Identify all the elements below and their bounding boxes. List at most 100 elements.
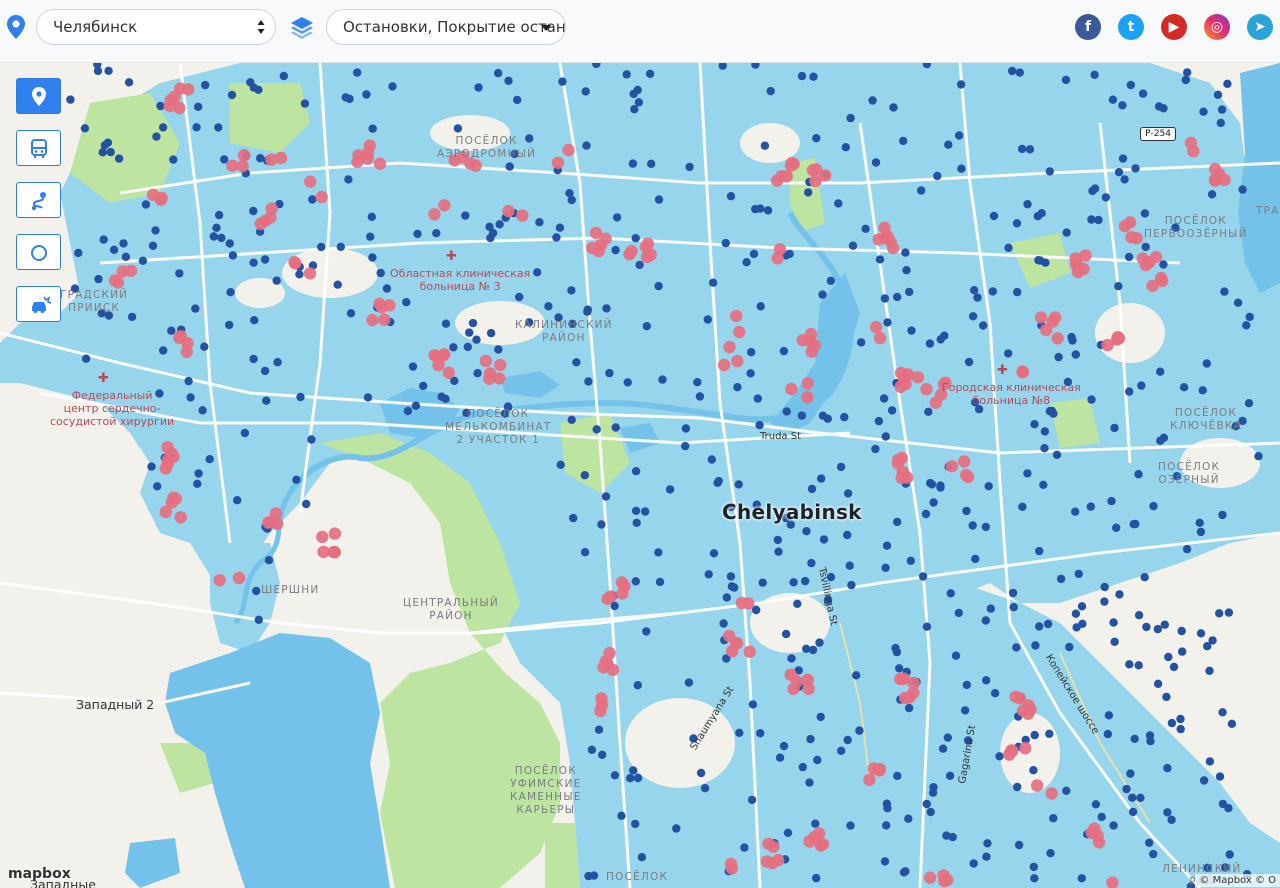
- bus-stop-marker[interactable]: [453, 124, 463, 133]
- bus-stop-marker[interactable]: [1129, 520, 1138, 529]
- bus-stop-marker[interactable]: [811, 819, 820, 828]
- bus-stop-marker[interactable]: [875, 255, 885, 264]
- bus-stop-marker[interactable]: [819, 535, 829, 544]
- bus-stop-marker[interactable]: [1012, 219, 1022, 228]
- bus-stop-marker[interactable]: [893, 292, 902, 302]
- bus-stop-marker[interactable]: [899, 136, 908, 146]
- bus-stop-marker[interactable]: [254, 615, 263, 624]
- bus-stop-marker[interactable]: [1140, 573, 1149, 582]
- uncovered-point-marker[interactable]: [373, 157, 387, 170]
- bus-stop-marker[interactable]: [840, 412, 849, 422]
- bus-stop-marker[interactable]: [1120, 175, 1129, 184]
- uncovered-point-marker[interactable]: [456, 151, 470, 164]
- uncovered-point-marker[interactable]: [897, 672, 911, 685]
- bus-stop-marker[interactable]: [1171, 223, 1180, 232]
- bus-stop-marker[interactable]: [1114, 168, 1124, 177]
- uncovered-point-marker[interactable]: [771, 252, 784, 265]
- bus-stop-marker[interactable]: [256, 154, 265, 163]
- map-svg[interactable]: [0, 63, 1280, 888]
- bus-stop-marker[interactable]: [735, 728, 744, 737]
- bus-stop-marker[interactable]: [584, 871, 593, 881]
- bus-stop-marker[interactable]: [982, 852, 991, 861]
- bus-stop-marker[interactable]: [1140, 209, 1150, 218]
- bus-stop-marker[interactable]: [962, 680, 971, 690]
- bus-stop-marker[interactable]: [685, 162, 694, 172]
- bus-stop-marker[interactable]: [175, 269, 184, 278]
- bus-stop-marker[interactable]: [1049, 814, 1058, 823]
- layers-select[interactable]: Остановки, Покрытие останов: [326, 9, 566, 45]
- bus-stop-marker[interactable]: [812, 134, 821, 143]
- bus-stop-marker[interactable]: [568, 319, 577, 328]
- bus-stop-marker[interactable]: [186, 393, 195, 402]
- uncovered-point-marker[interactable]: [899, 378, 912, 391]
- bus-stop-marker[interactable]: [1043, 619, 1053, 629]
- uncovered-point-marker[interactable]: [623, 248, 636, 261]
- bus-stop-marker[interactable]: [846, 821, 855, 830]
- bus-stop-marker[interactable]: [262, 396, 271, 405]
- uncovered-point-marker[interactable]: [111, 276, 125, 289]
- bus-stop-marker[interactable]: [756, 302, 765, 311]
- bus-stop-marker[interactable]: [1045, 729, 1054, 738]
- bus-stop-marker[interactable]: [225, 320, 234, 330]
- uncovered-point-marker[interactable]: [328, 527, 342, 540]
- bus-stop-marker[interactable]: [556, 460, 565, 469]
- bus-stop-marker[interactable]: [805, 778, 814, 787]
- uncovered-point-marker[interactable]: [351, 155, 364, 169]
- bus-stop-marker[interactable]: [1218, 510, 1227, 520]
- bus-stop-marker[interactable]: [249, 354, 258, 364]
- uncovered-point-marker[interactable]: [1218, 173, 1231, 187]
- bus-stop-marker[interactable]: [812, 873, 821, 883]
- bus-stop-marker[interactable]: [843, 530, 852, 540]
- bus-stop-marker[interactable]: [582, 141, 591, 150]
- bus-stop-marker[interactable]: [857, 338, 866, 347]
- bus-stop-marker[interactable]: [93, 66, 103, 76]
- bus-stop-marker[interactable]: [461, 211, 470, 220]
- bus-stop-marker[interactable]: [1176, 724, 1185, 734]
- bus-stop-marker[interactable]: [722, 593, 731, 602]
- bus-stop-marker[interactable]: [605, 368, 614, 378]
- bus-stop-marker[interactable]: [214, 123, 223, 132]
- uncovered-point-marker[interactable]: [269, 507, 282, 520]
- bus-stop-marker[interactable]: [1114, 282, 1123, 291]
- bus-stop-marker[interactable]: [852, 671, 861, 680]
- bus-stop-marker[interactable]: [80, 124, 90, 133]
- bus-stop-marker[interactable]: [816, 712, 825, 722]
- bus-stop-marker[interactable]: [402, 298, 411, 307]
- bus-stop-marker[interactable]: [1029, 862, 1039, 872]
- bus-stop-marker[interactable]: [1109, 821, 1118, 830]
- bus-stop-marker[interactable]: [628, 159, 638, 168]
- bus-stop-marker[interactable]: [1013, 287, 1022, 297]
- uncovered-point-marker[interactable]: [586, 241, 599, 255]
- bus-stop-marker[interactable]: [193, 479, 202, 488]
- uncovered-point-marker[interactable]: [808, 339, 821, 352]
- bus-stop-marker[interactable]: [336, 242, 345, 251]
- bus-stop-marker[interactable]: [1227, 719, 1237, 728]
- bus-stop-marker[interactable]: [969, 859, 978, 868]
- uncovered-point-marker[interactable]: [1085, 826, 1098, 839]
- bus-stop-marker[interactable]: [220, 155, 229, 164]
- bus-stop-marker[interactable]: [363, 393, 373, 402]
- bus-stop-marker[interactable]: [97, 309, 106, 318]
- facebook-icon[interactable]: f: [1075, 14, 1101, 40]
- uncovered-point-marker[interactable]: [265, 153, 278, 166]
- bus-stop-marker[interactable]: [362, 90, 371, 99]
- bus-stop-marker[interactable]: [233, 496, 242, 505]
- bus-stop-marker[interactable]: [246, 78, 255, 87]
- bus-stop-marker[interactable]: [1145, 838, 1154, 847]
- bus-stop-marker[interactable]: [1179, 383, 1189, 392]
- bus-stop-marker[interactable]: [153, 482, 162, 491]
- bus-stop-marker[interactable]: [1167, 815, 1176, 824]
- bus-stop-marker[interactable]: [746, 369, 755, 378]
- uncovered-point-marker[interactable]: [254, 217, 267, 231]
- bus-stop-marker[interactable]: [983, 839, 992, 848]
- bus-stop-marker[interactable]: [756, 204, 765, 213]
- bus-stop-marker[interactable]: [753, 394, 762, 403]
- bus-stop-marker[interactable]: [1118, 154, 1128, 163]
- uncovered-point-marker[interactable]: [174, 511, 187, 524]
- uncovered-point-marker[interactable]: [730, 637, 743, 650]
- radius-tool-button[interactable]: [16, 234, 61, 270]
- bus-stop-marker[interactable]: [632, 518, 641, 527]
- uncovered-point-marker[interactable]: [304, 175, 317, 188]
- bus-stop-marker[interactable]: [918, 572, 928, 581]
- bus-stop-marker[interactable]: [1008, 66, 1017, 76]
